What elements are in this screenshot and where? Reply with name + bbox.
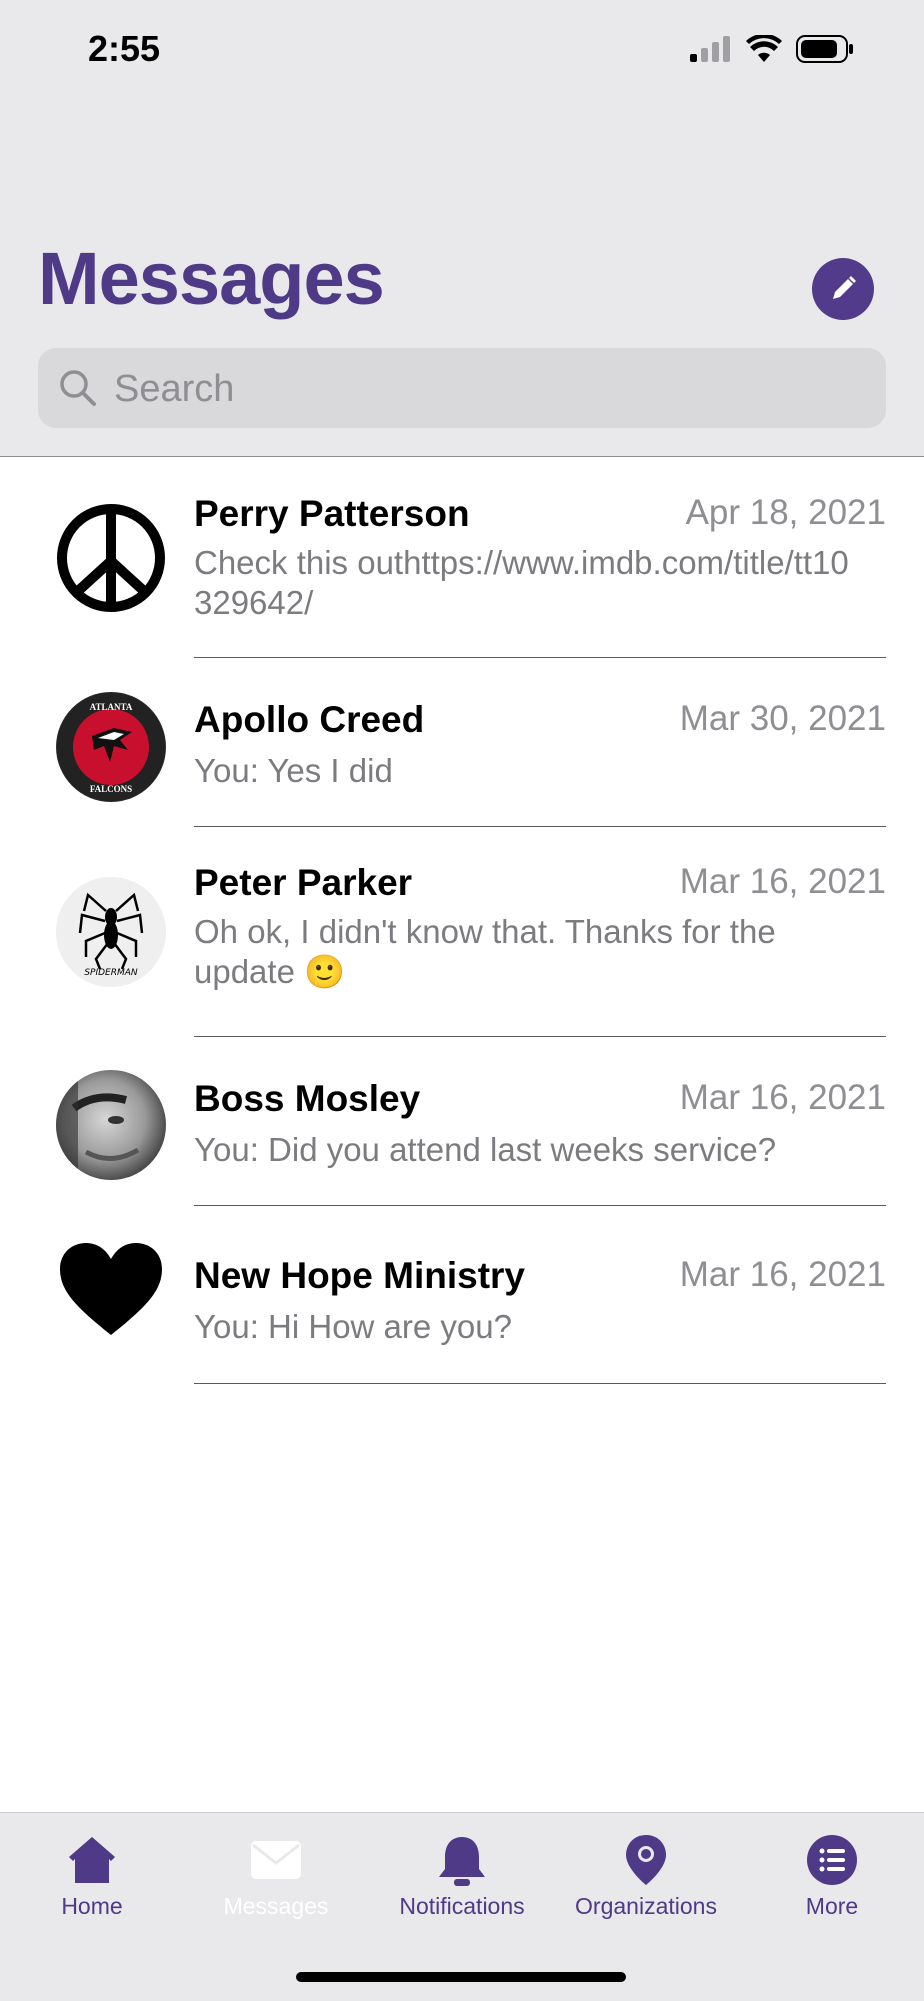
message-preview: You: Yes I did xyxy=(194,752,393,789)
tab-more[interactable]: More xyxy=(740,1833,924,1943)
tab-notifications[interactable]: Notifications xyxy=(370,1833,554,1943)
peace-sign-icon xyxy=(56,503,166,613)
svg-text:SPIDERMAN: SPIDERMAN xyxy=(84,968,138,978)
wifi-icon xyxy=(746,35,782,62)
pencil-icon xyxy=(833,276,856,299)
compose-button[interactable] xyxy=(812,258,874,320)
message-preview: You: Hi How are you? xyxy=(194,1308,512,1345)
battery-icon xyxy=(796,35,853,63)
conversation-row-boss-mosley[interactable]: Boss Mosley Mar 16, 2021 You: Did you at… xyxy=(0,1036,924,1206)
status-time: 2:55 xyxy=(88,28,161,69)
message-preview: You: Did you attend last weeks service? xyxy=(194,1131,777,1168)
falcons-logo: ATLANTA FALCONS xyxy=(56,692,166,802)
message-date: Mar 16, 2021 xyxy=(679,1078,886,1117)
header: 2:55 Messages xyxy=(0,0,924,457)
home-indicator xyxy=(296,1972,626,1982)
search-icon xyxy=(60,370,96,406)
status-icons xyxy=(690,34,854,64)
contact-name: Peter Parker xyxy=(194,862,413,903)
tab-messages[interactable]: Messages xyxy=(184,1833,368,1943)
message-date: Mar 16, 2021 xyxy=(679,1255,886,1294)
bell-icon xyxy=(439,1837,485,1886)
tab-label: Notifications xyxy=(399,1893,525,1919)
message-date: Apr 18, 2021 xyxy=(685,493,886,532)
conversation-row-perry-patterson[interactable]: Perry Patterson Apr 18, 2021 Check this … xyxy=(0,457,924,658)
tab-home[interactable]: Home xyxy=(0,1833,184,1943)
user-photo xyxy=(56,1070,166,1180)
conversation-row-apollo-creed[interactable]: ATLANTA FALCONS Apollo Creed Mar 30, 202… xyxy=(0,657,924,827)
search-bar[interactable] xyxy=(38,348,886,430)
conversation-row-peter-parker[interactable]: SPIDERMAN Peter Parker Mar 16, 2021 Oh o… xyxy=(0,826,924,1037)
contact-name: Perry Patterson xyxy=(194,493,470,534)
heart-icon xyxy=(56,1235,166,1345)
contact-name: Apollo Creed xyxy=(194,699,425,740)
svg-text:ATLANTA: ATLANTA xyxy=(90,702,133,712)
spider-logo: SPIDERMAN xyxy=(56,877,166,987)
message-date: Mar 16, 2021 xyxy=(679,862,886,901)
home-icon xyxy=(69,1837,115,1883)
tab-label: More xyxy=(805,1893,859,1919)
page-title: Messages xyxy=(38,237,385,320)
message-preview: Check this outhttps://www.imdb.com/title… xyxy=(194,544,849,621)
tab-organizations[interactable]: Organizations xyxy=(554,1833,738,1943)
envelope-icon xyxy=(251,1841,301,1879)
list-icon xyxy=(807,1835,857,1885)
tab-label: Home xyxy=(61,1893,123,1919)
cellular-signal-icon xyxy=(690,36,730,62)
contact-name: New Hope Ministry xyxy=(194,1255,525,1296)
message-date: Mar 30, 2021 xyxy=(679,699,886,738)
message-preview: Oh ok, I didn't know that. Thanks for th… xyxy=(194,913,776,990)
search-input[interactable] xyxy=(112,348,856,430)
row-divider xyxy=(194,1383,886,1384)
map-pin-icon xyxy=(626,1835,666,1885)
svg-text:FALCONS: FALCONS xyxy=(90,784,132,794)
contact-name: Boss Mosley xyxy=(194,1078,421,1119)
conversation-row-new-hope-ministry[interactable]: New Hope Ministry Mar 16, 2021 You: Hi H… xyxy=(0,1205,924,1384)
tab-label: Organizations xyxy=(575,1893,717,1919)
tab-label: Messages xyxy=(223,1893,329,1919)
